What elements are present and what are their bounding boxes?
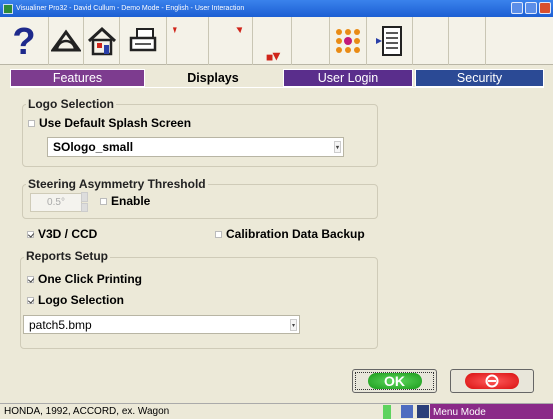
minimize-button[interactable] [511,2,523,14]
home-button[interactable] [84,17,120,65]
marker-icon [236,27,243,34]
help-icon: ? [12,21,35,61]
report-logo-file-select[interactable]: patch5.bmp ▾ [23,315,300,334]
checkbox-box[interactable] [27,230,34,238]
tab-security[interactable]: Security [415,69,544,87]
v3d-ccd-label: V3D / CCD [38,227,98,241]
splash-logo-select[interactable]: SOlogo_small ▾ [47,137,344,157]
steering-threshold-input[interactable]: 0.5° [30,193,82,212]
steering-threshold-value: 0.5° [47,197,65,208]
alignment-button[interactable] [49,17,84,65]
tab-features[interactable]: Features [10,69,145,87]
title-bar: Visualiner Pro32 - David Cullum - Demo M… [0,0,553,17]
one-click-printing-checkbox[interactable]: One Click Printing [27,272,142,286]
grid-icon [417,405,429,418]
ok-button[interactable]: OK [352,369,437,393]
ok-button-face: OK [367,373,422,389]
cancel-icon [485,374,499,388]
window-controls [511,2,551,14]
tab-displays[interactable]: Displays [145,67,281,89]
cancel-button-face [465,373,519,389]
help-button[interactable]: ? [0,17,49,65]
tab-user-login[interactable]: User Login [283,69,413,87]
pattern-button[interactable] [330,17,367,65]
steering-enable-checkbox[interactable]: Enable [100,194,150,208]
alignment-icon [51,29,81,52]
checkbox-box[interactable] [27,296,34,304]
app-icon [3,3,13,14]
toolbar-slot-2[interactable] [209,17,253,65]
status-bar: HONDA, 1992, ACCORD, ex. Wagon Menu Mode [0,403,553,419]
checkbox-box[interactable] [100,197,107,205]
toolbar-slot-3[interactable] [253,17,292,65]
reports-setup-legend: Reports Setup [24,249,111,263]
calibration-backup-label: Calibration Data Backup [226,227,365,241]
mode-status: Menu Mode [430,404,553,419]
logo-selection-group [22,104,378,167]
displays-panel: Logo Selection Use Default Splash Screen… [10,87,544,360]
toolbar-slot-1[interactable] [167,17,209,65]
vehicle-status: HONDA, 1992, ACCORD, ex. Wagon [4,406,170,417]
dots-icon [336,29,360,53]
v3d-ccd-checkbox[interactable]: V3D / CCD [27,227,97,241]
report-logo-checkbox[interactable]: Logo Selection [27,293,124,307]
tab-bar: Features Displays User Login Security [10,67,544,89]
toolbar-slot-6[interactable] [449,17,486,65]
toolbar-slot-4[interactable] [292,17,330,65]
svg-text:?: ? [12,21,35,61]
marker-icon [172,27,177,34]
status-indicator [383,405,391,419]
calibration-backup-checkbox[interactable]: Calibration Data Backup [215,227,365,241]
chevron-down-icon[interactable]: ▾ [334,141,341,153]
toolbar-slot-5[interactable] [413,17,449,65]
spinner-up-icon[interactable] [81,192,88,202]
window-title: Visualiner Pro32 - David Cullum - Demo M… [16,5,245,12]
home-icon [87,26,116,56]
checkbox-box[interactable] [215,230,222,238]
checkbox-box[interactable] [27,275,34,283]
steering-threshold-spinner[interactable] [81,192,88,212]
logo-selection-legend: Logo Selection [26,97,117,111]
marker-icon [266,52,281,61]
report-button[interactable] [367,17,413,65]
spinner-down-icon[interactable] [81,202,88,212]
maximize-button[interactable] [525,2,537,14]
chevron-down-icon[interactable]: ▾ [290,319,297,331]
steering-threshold-legend: Steering Asymmetry Threshold [26,177,208,191]
print-button[interactable] [120,17,167,65]
splash-logo-value: SOlogo_small [53,140,134,154]
one-click-printing-label: One Click Printing [38,272,143,286]
steering-enable-label: Enable [111,194,151,208]
checkbox-box[interactable] [28,119,35,127]
report-logo-file-value: patch5.bmp [29,317,92,332]
cancel-button[interactable] [450,369,534,393]
printer-icon [129,28,157,52]
use-default-splash-label: Use Default Splash Screen [39,116,192,130]
toolbar: ? [0,17,553,65]
report-icon [375,26,402,56]
use-default-splash-checkbox[interactable]: Use Default Splash Screen [28,116,191,130]
close-button[interactable] [539,2,551,14]
report-logo-label: Logo Selection [38,293,125,307]
ok-label: OK [384,373,405,389]
user-icon [401,405,413,418]
